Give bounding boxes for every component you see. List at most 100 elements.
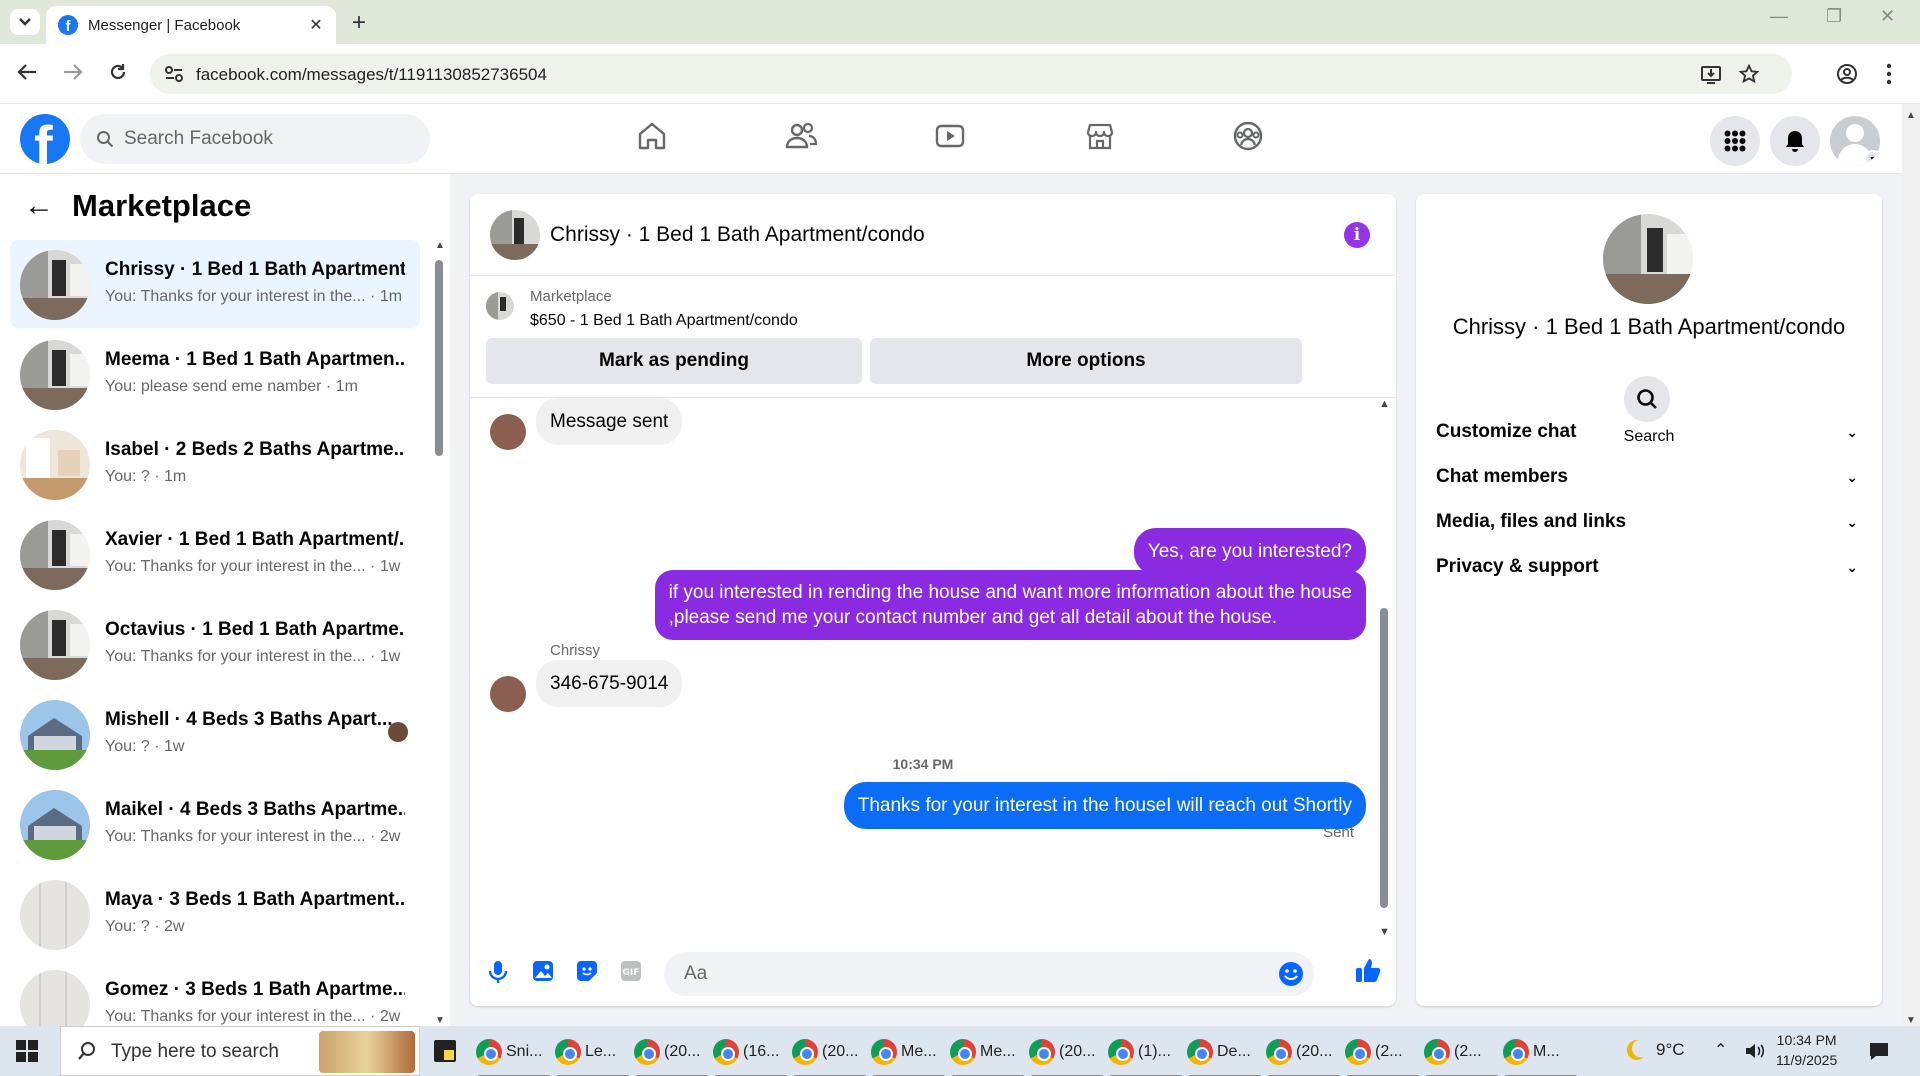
thumbs-up-icon[interactable] [1354,956,1382,984]
message-bubble-outgoing[interactable]: Thanks for your interest in the houseI w… [843,782,1366,829]
install-app-icon[interactable] [1700,64,1722,84]
conversation-item[interactable]: Maya · 3 Beds 1 Bath Apartment... You: ? … [10,870,420,958]
scrollbar-thumb[interactable] [1380,608,1388,908]
media-files-links-section[interactable]: Media, files and links ⌄ [1436,502,1862,542]
chat-scrollbar[interactable]: ▲ ▼ [1376,398,1392,938]
chat-title[interactable]: Chrissy · 1 Bed 1 Bath Apartment/condo [550,223,925,247]
window-close-icon[interactable]: ✕ [1880,6,1895,27]
conversation-name: Chrissy · 1 Bed 1 Bath Apartment/condo [1452,314,1846,339]
taskbar-app-button[interactable]: (20... [634,1032,710,1076]
conversation-avatar[interactable] [1603,214,1693,304]
taskbar-app-button[interactable]: (20... [792,1032,868,1076]
sender-avatar[interactable] [490,676,526,712]
conversation-list-scrollbar[interactable]: ▲ ▼ [432,240,446,1026]
message-bubble-outgoing[interactable]: Yes, are you interested? [1133,528,1366,575]
sticky-notes-icon[interactable] [434,1040,456,1062]
conversation-item[interactable]: Maikel · 4 Beds 3 Baths Apartme... You: T… [10,780,420,868]
conversation-item[interactable]: Xavier · 1 Bed 1 Bath Apartment/... You: … [10,510,420,598]
groups-icon[interactable] [1232,120,1264,152]
restore-icon[interactable]: ❐ [1826,6,1842,27]
taskbar-app-button[interactable]: Me... [950,1032,1026,1076]
system-clock[interactable]: 10:34 PM 11/9/2025 [1776,1030,1837,1070]
windows-start-icon[interactable] [16,1040,38,1062]
emoji-icon[interactable] [1278,961,1304,987]
marketplace-icon[interactable] [1084,120,1116,152]
conversation-thumbnail [20,790,90,860]
message-input[interactable]: Aa [664,952,1314,996]
conversation-details-panel: Chrissy · 1 Bed 1 Bath Apartment/condo S… [1416,194,1882,1006]
mark-as-pending-button[interactable]: Mark as pending [486,338,862,384]
browser-tab[interactable]: f Messenger | Facebook ✕ [46,6,336,44]
scrollbar-thumb[interactable] [435,260,443,456]
taskbar-app-button[interactable]: (20... [1029,1032,1105,1076]
more-options-button[interactable]: More options [870,338,1302,384]
bookmark-star-icon[interactable] [1738,63,1760,85]
kebab-menu-icon[interactable] [1886,63,1892,85]
taskbar-app-button[interactable]: Me... [871,1032,947,1076]
home-icon[interactable] [636,120,668,152]
listing-price-title[interactable]: $650 - 1 Bed 1 Bath Apartment/condo [530,312,798,330]
notifications-button[interactable] [1770,116,1820,166]
taskbar-app-button[interactable]: (1)... [1108,1032,1184,1076]
volume-icon[interactable] [1744,1042,1766,1060]
facebook-logo[interactable]: f [20,114,70,164]
conversation-item[interactable]: Meema · 1 Bed 1 Bath Apartmen... You: ple… [10,330,420,418]
chat-header-avatar[interactable] [490,210,540,260]
taskbar-app-button[interactable]: (2... [1345,1032,1421,1076]
sender-avatar[interactable] [490,414,526,450]
message-bubble-incoming[interactable]: 346-675-9014 [536,660,683,707]
menu-grid-button[interactable] [1710,116,1760,166]
conversation-preview: You: Thanks for your interest in the... … [105,288,403,305]
gif-icon[interactable]: GIF [620,960,642,982]
forward-arrow-icon[interactable] [62,62,84,82]
message-bubble-incoming[interactable]: Message sent [536,398,683,445]
site-settings-icon[interactable] [164,65,184,83]
customize-chat-section[interactable]: Customize chat ⌄ [1436,412,1862,452]
conversation-thumbnail [20,250,90,320]
chevron-up-icon[interactable]: ⌃ [1714,1040,1727,1060]
read-receipt-avatar [388,722,408,742]
account-avatar[interactable]: ▼ [1830,116,1880,166]
taskbar-app-button[interactable]: De... [1187,1032,1263,1076]
taskbar-app-button[interactable]: Sni... [476,1032,552,1076]
image-icon[interactable] [532,960,554,982]
chat-members-section[interactable]: Chat members ⌄ [1436,457,1862,497]
listing-thumbnail[interactable] [486,292,514,320]
conversation-name: Octavius · 1 Bed 1 Bath Apartme... [105,619,405,640]
conversation-name: Meema · 1 Bed 1 Bath Apartmen... [105,349,405,370]
new-tab-button[interactable]: + [352,9,366,37]
chevron-down-icon: ⌄ [1846,558,1858,575]
taskbar-app-button[interactable]: (20... [1266,1032,1342,1076]
address-bar[interactable]: facebook.com/messages/t/1191130852736504 [150,54,1792,94]
conversation-item[interactable]: Isabel · 2 Beds 2 Baths Apartme... You: ?… [10,420,420,508]
taskbar-app-button[interactable]: Le... [555,1032,631,1076]
microphone-icon[interactable] [488,960,508,984]
conversation-item[interactable]: Mishell · 4 Beds 3 Baths Apart... You: ? … [10,690,420,778]
weather-temperature[interactable]: 9°C [1656,1040,1685,1060]
conversation-item[interactable]: Gomez · 3 Beds 1 Bath Apartme... You: Tha… [10,960,420,1026]
taskbar-app-button[interactable]: (16... [713,1032,789,1076]
info-icon[interactable]: i [1344,222,1370,248]
weather-icon[interactable] [1620,1036,1648,1064]
privacy-support-section[interactable]: Privacy & support ⌄ [1436,547,1862,587]
taskbar-search-box[interactable]: Type here to search [60,1026,420,1076]
video-icon[interactable] [934,120,966,152]
minimize-icon[interactable]: — [1770,6,1788,27]
taskbar-app-button[interactable]: (2... [1424,1032,1500,1076]
back-arrow-icon[interactable]: ← [24,189,54,223]
taskbar-app-button[interactable]: M... [1503,1032,1579,1076]
friends-icon[interactable] [784,120,818,152]
conversation-item[interactable]: Octavius · 1 Bed 1 Bath Apartme... You: T… [10,600,420,688]
page-scrollbar[interactable]: ▲ ▼ [1902,104,1920,1026]
facebook-search-input[interactable]: Search Facebook [80,114,430,164]
notification-center-icon[interactable] [1868,1040,1890,1062]
message-bubble-outgoing[interactable]: if you interested in rending the house a… [654,570,1366,640]
back-arrow-icon[interactable] [16,62,38,82]
conversation-item[interactable]: Chrissy · 1 Bed 1 Bath Apartment... You: … [10,240,420,328]
close-tab-icon[interactable]: ✕ [308,15,324,35]
reload-icon[interactable] [108,62,128,82]
tab-search-button[interactable] [10,9,40,35]
profile-icon[interactable] [1836,63,1858,85]
sticker-icon[interactable] [576,960,598,982]
url-text[interactable]: facebook.com/messages/t/1191130852736504 [196,65,547,85]
